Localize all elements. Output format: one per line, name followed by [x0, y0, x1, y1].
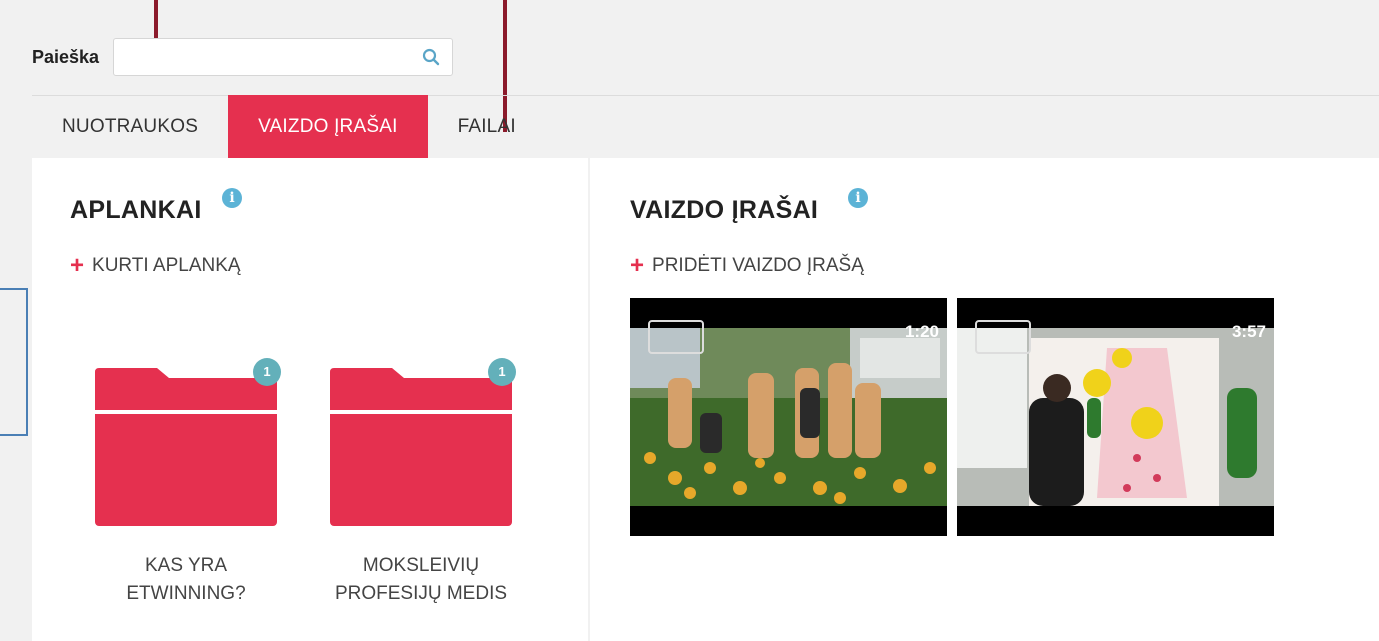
folder-tab — [330, 368, 512, 410]
video-thumbnail[interactable]: 3:57 — [957, 298, 1274, 536]
folders-panel: APLANKAI i + KURTI APLANKĄ 1 KAS YRA ETW… — [32, 158, 588, 641]
folder-tab — [95, 368, 277, 410]
folder-item[interactable]: 1 KAS YRA ETWINNING? — [95, 358, 281, 608]
folder-label: MOKSLEIVIŲ PROFESIJŲ MEDIS — [334, 555, 508, 604]
add-video-label: PRIDĖTI VAIZDO ĮRAŠĄ — [652, 255, 864, 276]
video-thumbnail[interactable]: 1:20 — [630, 298, 947, 536]
folder-item[interactable]: 1 MOKSLEIVIŲ PROFESIJŲ MEDIS — [330, 358, 516, 608]
video-duration: 3:57 — [1231, 322, 1266, 341]
folders-title: APLANKAI — [70, 196, 202, 224]
add-video-link[interactable]: + PRIDĖTI VAIZDO ĮRAŠĄ — [630, 254, 864, 278]
videos-title: VAIZDO ĮRAŠAI — [630, 196, 819, 224]
search-row: Paieška — [32, 37, 454, 77]
search-input[interactable] — [122, 39, 417, 75]
tab-videos[interactable]: VAIZDO ĮRAŠAI — [228, 95, 428, 158]
video-duration: 1:20 — [904, 322, 939, 341]
tab-files[interactable]: FAILAI — [428, 95, 546, 158]
folder-label: KAS YRA ETWINNING? — [126, 555, 246, 604]
videos-panel: VAIZDO ĮRAŠAI i + PRIDĖTI VAIZDO ĮRAŠĄ 1… — [590, 158, 1379, 641]
create-folder-link[interactable]: + KURTI APLANKĄ — [70, 254, 241, 278]
tab-photos[interactable]: NUOTRAUKOS — [32, 95, 228, 158]
info-icon[interactable]: i — [222, 188, 242, 208]
folder-icon: 1 — [95, 358, 281, 526]
folder-count-badge: 1 — [488, 358, 516, 386]
tab-bar: NUOTRAUKOS VAIZDO ĮRAŠAI FAILAI — [32, 95, 546, 158]
search-box[interactable] — [113, 38, 454, 76]
annotation-line-search — [154, 0, 158, 42]
search-label: Paieška — [32, 46, 100, 67]
create-folder-label: KURTI APLANKĄ — [92, 255, 241, 276]
play-icon — [648, 320, 704, 354]
folder-body — [330, 414, 512, 526]
folder-body — [95, 414, 277, 526]
annotation-box-folders — [0, 288, 28, 436]
search-icon[interactable] — [422, 48, 440, 66]
plus-icon: + — [70, 252, 85, 279]
plus-icon: + — [630, 252, 645, 279]
video-preview-image — [957, 328, 1274, 506]
play-icon — [975, 320, 1031, 354]
folder-icon: 1 — [330, 358, 516, 526]
info-icon[interactable]: i — [848, 188, 868, 208]
folder-count-badge: 1 — [253, 358, 281, 386]
video-preview-image — [630, 328, 947, 506]
